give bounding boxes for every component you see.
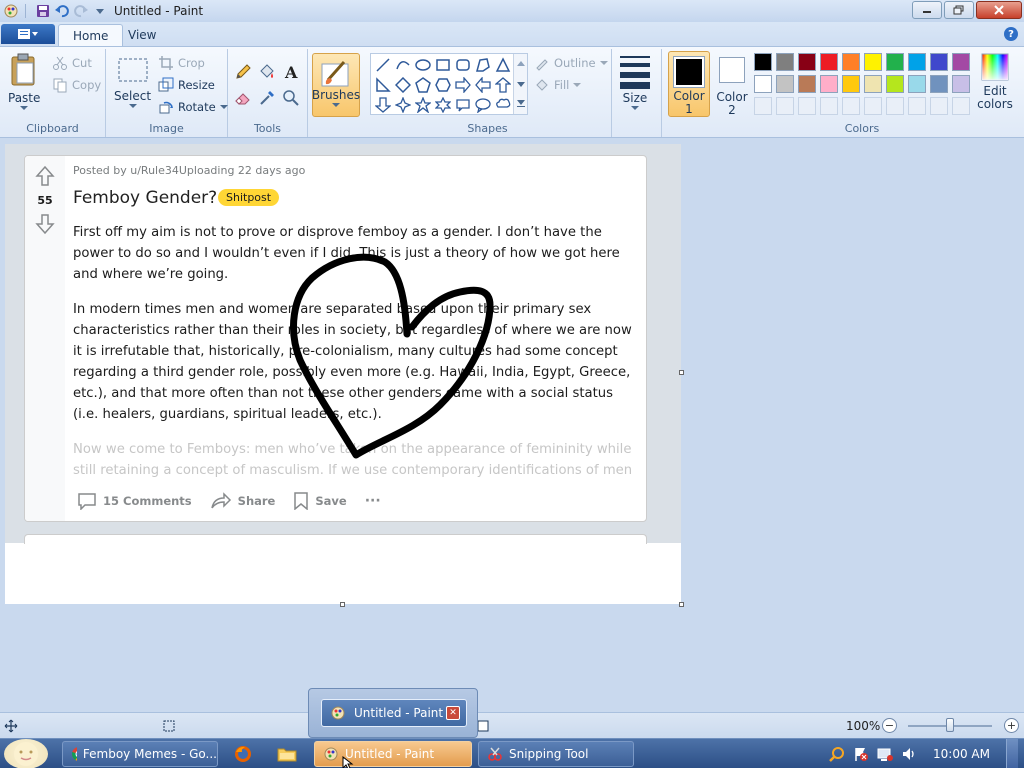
status-bar: 100% − +	[0, 712, 1024, 738]
system-tray: 10:00 AM	[829, 739, 1018, 768]
face-icon	[14, 742, 38, 766]
taskbar-chrome[interactable]: Femboy Memes - Go...	[62, 741, 218, 767]
taskbar: Femboy Memes - Go... Untitled - Paint Sn…	[0, 738, 1024, 768]
folder-icon	[277, 748, 297, 762]
show-desktop-button[interactable]	[1006, 739, 1018, 768]
selection-size-icon	[163, 720, 175, 732]
taskbar-paint[interactable]: Untitled - Paint	[314, 741, 472, 767]
thumbnail-paint-window[interactable]: Untitled - Paint ✕	[321, 699, 467, 727]
taskbar-snipping-label: Snipping Tool	[509, 747, 589, 761]
image-size-icon	[477, 720, 489, 732]
mouse-cursor-icon	[342, 756, 354, 768]
zoom-in-button[interactable]: +	[1004, 718, 1019, 733]
clock[interactable]: 10:00 AM	[933, 747, 990, 761]
start-button[interactable]	[4, 739, 48, 768]
taskbar-explorer[interactable]	[272, 741, 302, 767]
chrome-icon	[72, 747, 77, 761]
search-icon[interactable]	[829, 746, 845, 762]
action-center-flag-icon[interactable]	[853, 746, 869, 762]
firefox-icon	[235, 746, 251, 762]
taskbar-paint-label: Untitled - Paint	[345, 747, 435, 761]
taskbar-chrome-label: Femboy Memes - Go...	[82, 747, 217, 761]
thumbnail-title: Untitled - Paint	[354, 706, 444, 720]
taskbar-thumbnail-popup: Untitled - Paint ✕	[308, 688, 478, 738]
zoom-out-button[interactable]: −	[882, 718, 897, 733]
zoom-slider-thumb[interactable]	[946, 718, 954, 732]
snipping-tool-icon	[488, 747, 502, 761]
thumbnail-close-button[interactable]: ✕	[446, 706, 460, 720]
taskbar-snipping-tool[interactable]: Snipping Tool	[478, 741, 634, 767]
volume-icon[interactable]	[901, 746, 917, 762]
taskbar-firefox[interactable]	[228, 741, 258, 767]
paint-app-icon	[331, 706, 345, 720]
hand-drawn-heart	[290, 253, 494, 459]
cursor-position-icon	[4, 719, 18, 733]
paint-app-icon	[324, 747, 338, 761]
zoom-level: 100%	[846, 719, 881, 733]
network-icon[interactable]	[877, 746, 894, 762]
